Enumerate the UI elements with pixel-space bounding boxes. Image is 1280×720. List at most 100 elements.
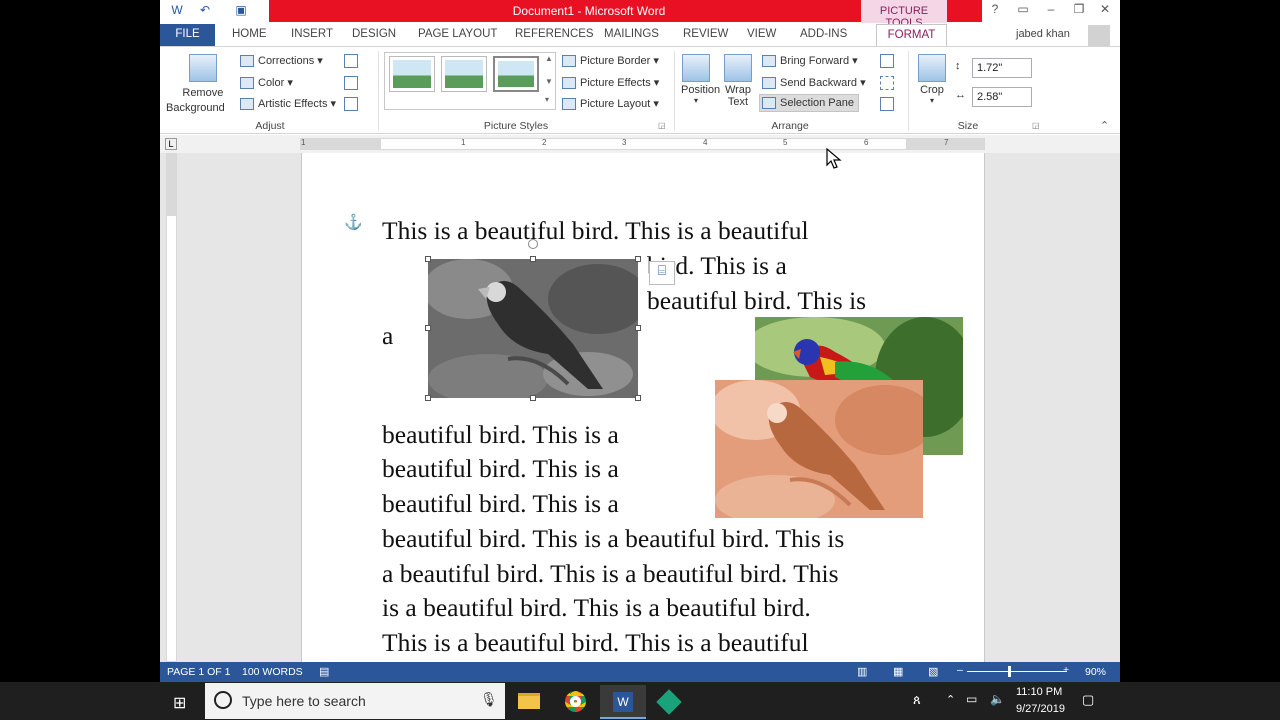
tab-format[interactable]: FORMAT xyxy=(876,24,947,47)
corrections-button[interactable]: Corrections ▾ xyxy=(240,54,323,68)
avatar[interactable] xyxy=(1088,25,1110,46)
dialog-launcher-icon[interactable]: ◲ xyxy=(658,121,666,130)
picture-bird-orange[interactable] xyxy=(710,380,935,525)
zoom-out-icon[interactable]: – xyxy=(957,664,963,676)
wrap-text-button[interactable]: Wrap Text xyxy=(723,54,753,108)
rotate-icon[interactable] xyxy=(880,97,894,111)
remove-background-button[interactable]: Remove Background xyxy=(166,54,225,116)
undo-icon[interactable]: ↶ xyxy=(196,3,214,19)
people-icon[interactable]: ጰ xyxy=(913,692,921,708)
file-explorer-icon[interactable] xyxy=(506,685,552,719)
picture-effects-button[interactable]: Picture Effects ▾ xyxy=(562,76,659,90)
height-field[interactable]: 1.72" xyxy=(972,58,1032,78)
bring-forward-button[interactable]: Bring Forward ▾ xyxy=(762,54,858,68)
layout-options-icon[interactable]: ⌸ xyxy=(649,261,675,285)
tab-view[interactable]: VIEW xyxy=(747,24,776,46)
zoom-thumb[interactable] xyxy=(1008,666,1011,677)
resize-handle[interactable] xyxy=(425,325,431,331)
position-button[interactable]: Position ▾ xyxy=(681,54,720,105)
send-backward-button[interactable]: Send Backward ▾ xyxy=(762,76,866,90)
artistic-effects-button[interactable]: Artistic Effects ▾ xyxy=(240,97,336,111)
tab-references[interactable]: REFERENCES xyxy=(515,24,594,46)
clock-time[interactable]: 11:10 PM xyxy=(1016,686,1062,698)
tab-add-ins[interactable]: ADD-INS xyxy=(800,24,847,46)
user-name[interactable]: jabed khan xyxy=(1016,28,1070,40)
selection-pane-button[interactable]: Selection Pane xyxy=(759,94,859,113)
restore-icon[interactable]: ❐ xyxy=(1068,2,1090,20)
resize-handle[interactable] xyxy=(530,256,536,262)
zoom-in-icon[interactable]: + xyxy=(1063,664,1069,676)
size-dialog-launcher-icon[interactable]: ◲ xyxy=(1032,121,1040,130)
chrome-icon[interactable] xyxy=(553,685,599,719)
resize-handle[interactable] xyxy=(425,256,431,262)
resize-handle[interactable] xyxy=(530,395,536,401)
tab-file[interactable]: FILE xyxy=(160,24,215,46)
tab-selector-icon[interactable]: L xyxy=(165,138,177,150)
word-window: W ↶ ▣ Document1 - Microsoft Word PICTURE… xyxy=(160,0,1120,682)
vertical-ruler[interactable] xyxy=(166,153,177,662)
gallery-scroll-down-icon[interactable]: ▼ xyxy=(545,77,553,86)
picture-border-button[interactable]: Picture Border ▾ xyxy=(562,54,659,68)
horizontal-ruler[interactable]: 1 1 2 3 4 5 6 7 xyxy=(300,138,985,150)
zoom-slider[interactable] xyxy=(967,671,1067,672)
network-icon[interactable]: ▭ xyxy=(966,692,977,706)
help-icon[interactable]: ? xyxy=(984,2,1006,20)
ribbon: Remove Background Corrections ▾ Color ▾ … xyxy=(160,46,1120,134)
rotate-handle-icon[interactable] xyxy=(528,239,538,249)
tab-home[interactable]: HOME xyxy=(232,24,267,46)
page[interactable]: ⚓ This is a beautiful bird. This is a be… xyxy=(301,148,985,662)
word-count[interactable]: 100 WORDS xyxy=(242,666,303,678)
reset-picture-icon[interactable] xyxy=(344,97,358,111)
group-icon[interactable] xyxy=(880,76,894,90)
collapse-ribbon-icon[interactable]: ⌃ xyxy=(1100,119,1109,132)
change-picture-icon[interactable] xyxy=(344,76,358,90)
resize-handle[interactable] xyxy=(635,395,641,401)
resize-handle[interactable] xyxy=(635,256,641,262)
picture-style-2[interactable] xyxy=(441,56,487,92)
picture-style-3[interactable] xyxy=(493,56,539,92)
picture-layout-button[interactable]: Picture Layout ▾ xyxy=(562,97,659,111)
resize-handle[interactable] xyxy=(425,395,431,401)
microphone-icon[interactable]: 🎙 xyxy=(480,691,498,708)
gallery-scroll-up-icon[interactable]: ▲ xyxy=(545,54,553,63)
web-layout-icon[interactable]: ▧ xyxy=(928,665,938,678)
word-logo-icon: W xyxy=(171,3,183,17)
volume-icon[interactable]: 🔈 xyxy=(990,692,1005,706)
windows-start-icon[interactable]: ⊞ xyxy=(173,693,186,713)
tab-review[interactable]: REVIEW xyxy=(683,24,728,46)
show-hidden-icons[interactable]: ⌃ xyxy=(946,693,955,706)
notifications-icon[interactable]: ▢ xyxy=(1082,692,1094,708)
tab-mailings[interactable]: MAILINGS xyxy=(604,24,659,46)
app-taskbar-icon[interactable] xyxy=(646,685,692,719)
read-mode-icon[interactable]: ▥ xyxy=(857,665,867,678)
crop-button[interactable]: Crop ▾ xyxy=(917,54,947,105)
arrange-group-label: Arrange xyxy=(771,120,809,132)
picture-bird-grayscale[interactable] xyxy=(423,239,648,404)
close-icon[interactable]: ✕ xyxy=(1094,2,1116,20)
proofing-icon[interactable]: ▤ xyxy=(319,665,329,678)
zoom-level[interactable]: 90% xyxy=(1085,666,1106,678)
tab-insert[interactable]: INSERT xyxy=(291,24,333,46)
resize-handle[interactable] xyxy=(635,325,641,331)
artistic-effects-label: Artistic Effects xyxy=(258,98,328,110)
page-count[interactable]: PAGE 1 OF 1 xyxy=(167,666,230,678)
clock-date[interactable]: 9/27/2019 xyxy=(1016,703,1065,715)
picture-style-1[interactable] xyxy=(389,56,435,92)
anchor-icon: ⚓ xyxy=(344,214,363,231)
corrections-label: Corrections xyxy=(258,55,315,67)
ribbon-tabs: FILE HOME INSERT DESIGN PAGE LAYOUT REFE… xyxy=(160,24,1120,47)
word-taskbar-icon[interactable]: W xyxy=(600,685,646,719)
width-field[interactable]: 2.58" xyxy=(972,87,1032,107)
tab-page-layout[interactable]: PAGE LAYOUT xyxy=(418,24,497,46)
color-button[interactable]: Color ▾ xyxy=(240,76,293,90)
taskbar-search[interactable]: Type here to search 🎙 xyxy=(205,683,505,719)
gallery-more-icon[interactable]: ▾ xyxy=(545,95,549,104)
save-icon[interactable]: ▣ xyxy=(232,3,250,19)
align-icon[interactable] xyxy=(880,54,894,68)
print-layout-icon[interactable]: ▦ xyxy=(893,665,903,678)
tab-design[interactable]: DESIGN xyxy=(352,24,396,46)
remove-background-label-2: Background xyxy=(166,102,225,114)
compress-pictures-icon[interactable] xyxy=(344,54,358,68)
ribbon-display-icon[interactable]: ▭ xyxy=(1012,2,1034,20)
minimize-icon[interactable]: – xyxy=(1040,2,1062,20)
